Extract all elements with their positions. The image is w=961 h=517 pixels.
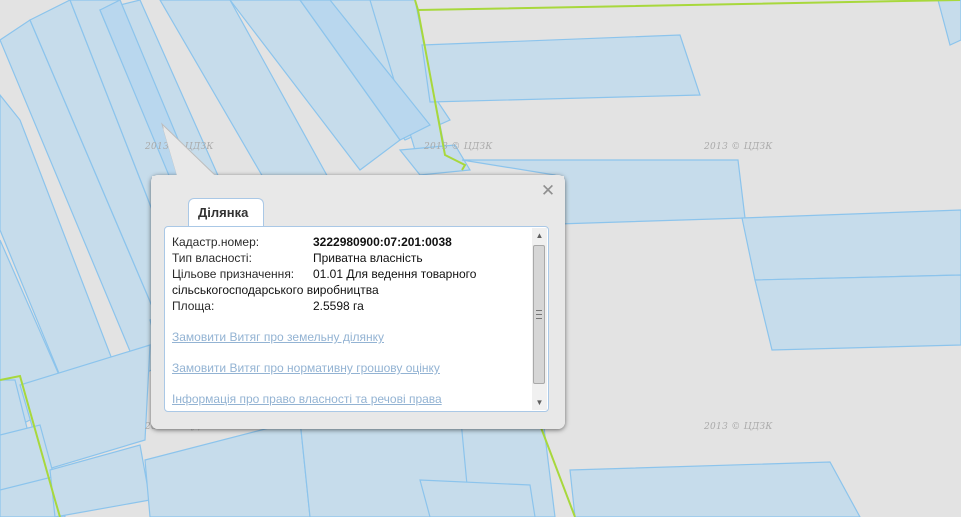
- map-watermark: 2013 © ЦДЗК: [704, 142, 773, 152]
- parcel: [569, 461, 861, 517]
- tab-parcel-label: Ділянка: [198, 205, 249, 220]
- parcel: [937, 0, 961, 46]
- order-parcel-extract-link[interactable]: Замовити Витяг про земельну ділянку: [172, 330, 384, 344]
- close-button[interactable]: ✕: [539, 182, 557, 200]
- purpose-value-continuation: сільськогосподарського виробництва: [172, 283, 379, 297]
- parcel: [741, 209, 961, 281]
- popup-scrollbar[interactable]: ▲ ▼: [532, 228, 547, 410]
- purpose-label: Цільове призначення:: [172, 267, 295, 281]
- order-valuation-extract-link[interactable]: Замовити Витяг про нормативну грошову оц…: [172, 361, 440, 375]
- parcel: [419, 479, 536, 517]
- ownership-type-value: Приватна власність: [313, 251, 423, 265]
- map-watermark: 2013 © ЦДЗК: [145, 142, 214, 152]
- purpose-value: 01.01 Для ведення товарного: [313, 267, 477, 281]
- popup-content[interactable]: Кадастр.номер: 3222980900:07:201:0038 Ти…: [164, 226, 549, 412]
- boundary-line: [414, 0, 961, 12]
- area-label: Площа:: [172, 299, 215, 313]
- scroll-thumb[interactable]: [533, 245, 545, 384]
- parcel: [144, 419, 311, 517]
- scroll-grip-icon: [536, 310, 542, 319]
- cadastral-number-label: Кадастр.номер:: [172, 235, 260, 249]
- scroll-down-button[interactable]: ▼: [532, 395, 547, 410]
- map-watermark: 2013 © ЦДЗК: [704, 422, 773, 432]
- area-value: 2.5598 га: [313, 299, 364, 313]
- map-watermark: 2013 © ЦДЗК: [424, 142, 493, 152]
- parcel: [754, 274, 961, 351]
- tab-parcel[interactable]: Ділянка: [188, 198, 264, 227]
- parcel: [421, 34, 701, 103]
- ownership-rights-info-link[interactable]: Інформація про право власності та речові…: [172, 392, 442, 406]
- cadastral-number-value: 3222980900:07:201:0038: [313, 235, 452, 249]
- scroll-up-button[interactable]: ▲: [532, 228, 547, 243]
- ownership-type-label: Тип власності:: [172, 251, 252, 265]
